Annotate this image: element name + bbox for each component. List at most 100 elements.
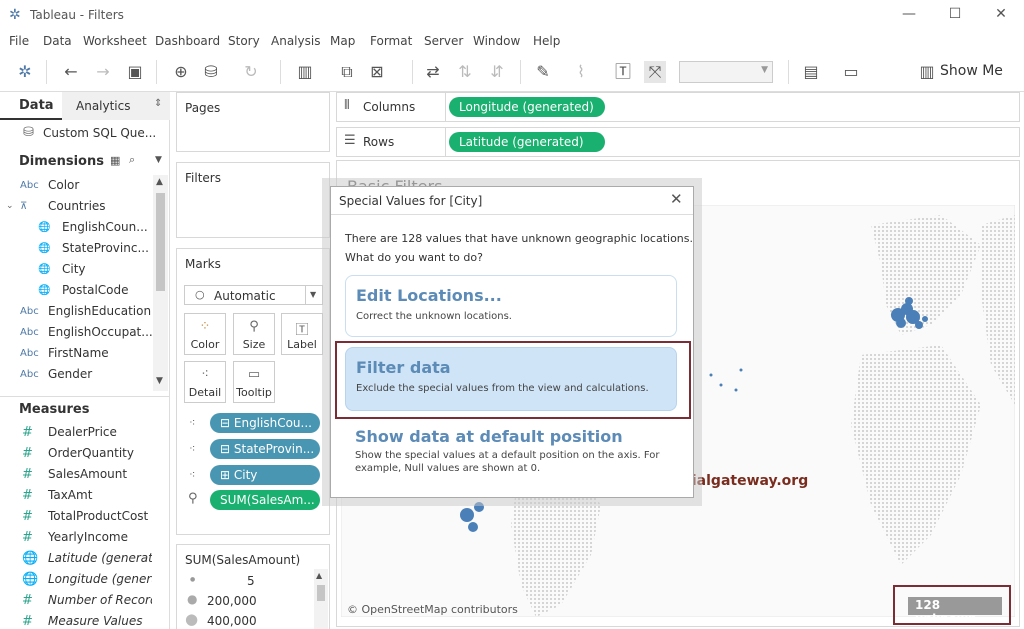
measure-field[interactable]: # DealerPrice [0, 422, 152, 443]
save-icon[interactable]: ▣ [124, 61, 146, 83]
duplicate-sheet-icon[interactable]: ⧉ [336, 61, 358, 83]
minimize-button[interactable]: — [894, 6, 924, 26]
data-pane: Data Analytics ⇕ ⛁ Custom SQL Que... Dim… [0, 92, 170, 629]
divider [331, 214, 693, 215]
columns-pill-longitude[interactable]: Longitude (generated) [449, 97, 605, 117]
dimension-field[interactable]: Abc FirstName [0, 343, 152, 364]
menu-worksheet[interactable]: Worksheet [83, 34, 147, 48]
size-button[interactable]: ⚲ Size [233, 313, 275, 355]
menu-help[interactable]: Help [533, 34, 560, 48]
mark-pill-city[interactable]: ⊞ City [210, 465, 320, 485]
menu-server[interactable]: Server [424, 34, 463, 48]
dimension-field[interactable]: Abc Color [0, 175, 152, 196]
sort-descending-icon[interactable]: ⇵ [486, 61, 508, 83]
tooltip-button[interactable]: ▭ Tooltip [233, 361, 275, 403]
group-icon[interactable]: ⌇ [570, 61, 592, 83]
dimension-field[interactable]: 🌐 City [0, 259, 152, 280]
legend-dot-small: ● [190, 576, 196, 583]
default-position-option[interactable]: Show data at default position Show the s… [345, 419, 677, 485]
label-button[interactable]: 🅃 Label [281, 313, 323, 355]
show-me-icon[interactable]: ▥ [916, 61, 938, 83]
show-me-button[interactable]: Show Me [940, 63, 1003, 79]
mark-pill-sum-salesamount[interactable]: SUM(SalesAm... [210, 490, 320, 510]
menu-window[interactable]: Window [473, 34, 520, 48]
menu-format[interactable]: Format [370, 34, 412, 48]
tableau-home-icon[interactable]: ✲ [14, 61, 36, 83]
measure-field[interactable]: 🌐 Longitude (genera... [0, 569, 152, 590]
mark-type-dropdown[interactable]: ○ Automatic ▼ [184, 285, 323, 305]
filter-data-option[interactable]: Filter data Exclude the special values f… [345, 347, 677, 411]
chevron-up-icon[interactable]: ▲ [316, 571, 322, 580]
measure-field[interactable]: # YearlyIncome [0, 527, 152, 548]
measure-field[interactable]: 🌐 Latitude (generated) [0, 548, 152, 569]
fit-dropdown[interactable]: ▼ [679, 61, 773, 83]
menu-map[interactable]: Map [330, 34, 355, 48]
unknown-indicator[interactable]: 128 unknown [908, 597, 1002, 626]
dimension-field[interactable]: ⌄ ⊼ Countries [0, 196, 152, 217]
measure-field[interactable]: # SalesAmount [0, 464, 152, 485]
undo-icon[interactable]: ← [60, 61, 82, 83]
dimension-field[interactable]: Abc InAddressLocat... [0, 385, 152, 389]
menu-dashboard[interactable]: Dashboard [155, 34, 220, 48]
tab-analytics[interactable]: Analytics ⇕ [62, 92, 170, 120]
string-type-icon: Abc [20, 385, 42, 389]
sort-ascending-icon[interactable]: ⇅ [454, 61, 476, 83]
dimension-field[interactable]: 🌐 PostalCode [0, 280, 152, 301]
rows-shelf[interactable]: ☰ Rows Latitude (generated) [336, 127, 1020, 157]
view-toggle-icon[interactable]: ▦ [110, 154, 120, 167]
datasource-name[interactable]: Custom SQL Que... [43, 126, 156, 140]
show-cards-icon[interactable]: ▤ [800, 61, 822, 83]
clear-sheet-icon[interactable]: ⊠ [366, 61, 388, 83]
measure-field[interactable]: # Number of Records [0, 590, 152, 611]
search-icon[interactable]: ⌕ [129, 153, 135, 167]
chevron-up-icon[interactable]: ▲ [156, 177, 163, 187]
presentation-mode-icon[interactable]: ▭ [840, 61, 862, 83]
dimension-field[interactable]: Abc EnglishOccupat... [0, 322, 152, 343]
string-type-icon: Abc [20, 348, 39, 359]
menu-file[interactable]: File [9, 34, 29, 48]
dimension-field[interactable]: Abc Gender [0, 364, 152, 385]
label-icon[interactable]: 🅃 [612, 61, 634, 83]
measure-field[interactable]: # TotalProductCost [0, 506, 152, 527]
color-button[interactable]: ⁘ Color [184, 313, 226, 355]
rows-label: Rows [363, 135, 395, 149]
datasource-icon[interactable]: ⛁ [200, 61, 222, 83]
chevron-down-icon[interactable]: ▼ [156, 376, 163, 386]
close-window-button[interactable]: ✕ [986, 6, 1016, 26]
columns-shelf[interactable]: ⦀ Columns Longitude (generated) [336, 92, 1020, 122]
refresh-icon[interactable]: ↻ [240, 61, 262, 83]
highlight-icon[interactable]: ✎ [532, 61, 554, 83]
measure-field[interactable]: # Measure Values [0, 611, 152, 629]
redo-icon[interactable]: → [92, 61, 114, 83]
edit-locations-option[interactable]: Edit Locations... Correct the unknown lo… [345, 275, 677, 337]
tab-data[interactable]: Data [0, 92, 62, 120]
scroll-thumb[interactable] [156, 193, 165, 291]
chevron-down-icon[interactable]: ⌄ [6, 196, 14, 217]
maximize-button[interactable]: ☐ [940, 6, 970, 26]
menu-data[interactable]: Data [43, 34, 72, 48]
dimension-field[interactable]: 🌐 EnglishCoun... [0, 217, 152, 238]
fix-axes-icon[interactable]: ⤧ [644, 61, 666, 83]
new-datasource-icon[interactable]: ⊕ [170, 61, 192, 83]
filters-shelf[interactable]: Filters [176, 162, 330, 238]
new-worksheet-icon[interactable]: ▥ [294, 61, 316, 83]
mark-pill-stateprovince[interactable]: ⊟ StateProvin... [210, 439, 320, 459]
rows-pill-latitude[interactable]: Latitude (generated) [449, 132, 605, 152]
scroll-thumb[interactable] [317, 585, 325, 601]
chevron-down-icon[interactable]: ▼ [155, 155, 162, 165]
menu-analysis[interactable]: Analysis [271, 34, 320, 48]
dimension-field[interactable]: 🌐 StateProvinc... [0, 238, 152, 259]
dimensions-scrollbar[interactable]: ▲ ▼ [153, 175, 168, 391]
dialog-close-icon[interactable]: ✕ [670, 190, 683, 208]
swap-icon[interactable]: ⇄ [422, 61, 444, 83]
measure-field[interactable]: # OrderQuantity [0, 443, 152, 464]
mark-pill-englishcountry[interactable]: ⊟ EnglishCou... [210, 413, 320, 433]
legend-scrollbar[interactable]: ▲ [314, 569, 328, 629]
detail-button[interactable]: ⁖ Detail [184, 361, 226, 403]
dimensions-header: Dimensions [19, 154, 104, 169]
pages-shelf[interactable]: Pages [176, 92, 330, 152]
dimension-field[interactable]: Abc EnglishEducation [0, 301, 152, 322]
menu-story[interactable]: Story [228, 34, 260, 48]
measure-field[interactable]: # TaxAmt [0, 485, 152, 506]
dimension-label: Gender [48, 367, 93, 381]
